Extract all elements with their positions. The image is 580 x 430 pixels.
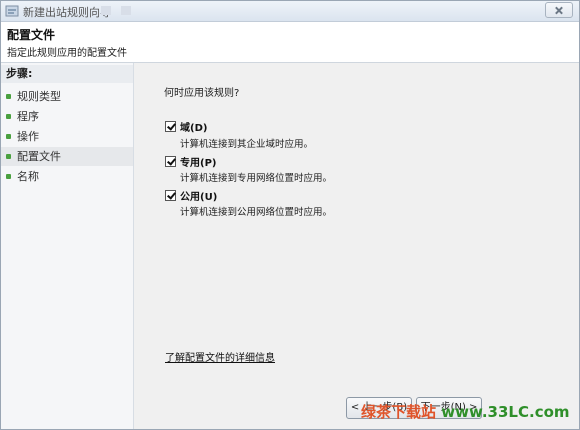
step-rule-type[interactable]: 规则类型: [1, 87, 133, 106]
page-subtitle: 指定此规则应用的配置文件: [7, 48, 127, 59]
public-label[interactable]: 公用(U): [180, 188, 217, 203]
question-text: 何时应用该规则?: [164, 88, 240, 99]
learn-more-link[interactable]: 了解配置文件的详细信息: [165, 349, 275, 364]
watermark: 绿茶下载站 www.33LC.com: [361, 401, 570, 422]
step-program[interactable]: 程序: [1, 107, 133, 126]
step-bullet-icon: [6, 174, 11, 179]
step-label: 规则类型: [17, 90, 61, 103]
step-label: 操作: [17, 130, 39, 143]
step-bullet-icon: [6, 154, 11, 159]
page-title: 配置文件: [7, 28, 56, 42]
domain-description: 计算机连接到其企业域时应用。: [180, 139, 314, 150]
wizard-window: 新建出站规则向导 配置文件 指定此规则应用的配置文件 步骤: 规则类型 程序 操…: [0, 0, 580, 430]
step-bullet-icon: [6, 114, 11, 119]
step-action[interactable]: 操作: [1, 127, 133, 146]
step-profile[interactable]: 配置文件: [1, 147, 133, 166]
window-title: 新建出站规则向导: [23, 6, 111, 19]
titlebar-faint-icon: [121, 6, 131, 15]
step-label: 配置文件: [17, 150, 61, 163]
public-checkbox[interactable]: [165, 190, 176, 201]
domain-checkbox[interactable]: [165, 121, 176, 132]
watermark-url: www.33LC.com: [436, 403, 570, 421]
domain-label[interactable]: 域(D): [180, 119, 207, 134]
step-label: 名称: [17, 170, 39, 183]
close-icon[interactable]: [545, 2, 573, 18]
steps-heading: 步骤:: [1, 65, 133, 83]
main-content: 何时应用该规则? 域(D) 计算机连接到其企业域时应用。 专用(P) 计算机连接…: [134, 63, 579, 429]
step-bullet-icon: [6, 94, 11, 99]
step-bullet-icon: [6, 134, 11, 139]
private-label[interactable]: 专用(P): [180, 154, 216, 169]
private-checkbox[interactable]: [165, 156, 176, 167]
firewall-app-icon: [5, 5, 19, 17]
title-bar[interactable]: 新建出站规则向导: [1, 1, 579, 22]
titlebar-faint-icon: [101, 6, 111, 15]
steps-panel: 步骤: 规则类型 程序 操作 配置文件 名称: [1, 63, 134, 429]
private-description: 计算机连接到专用网络位置时应用。: [180, 173, 333, 184]
public-description: 计算机连接到公用网络位置时应用。: [180, 207, 333, 218]
step-name[interactable]: 名称: [1, 167, 133, 186]
watermark-site-name: 绿茶下载站: [361, 403, 437, 421]
step-label: 程序: [17, 110, 39, 123]
page-header: 配置文件 指定此规则应用的配置文件: [1, 22, 579, 63]
